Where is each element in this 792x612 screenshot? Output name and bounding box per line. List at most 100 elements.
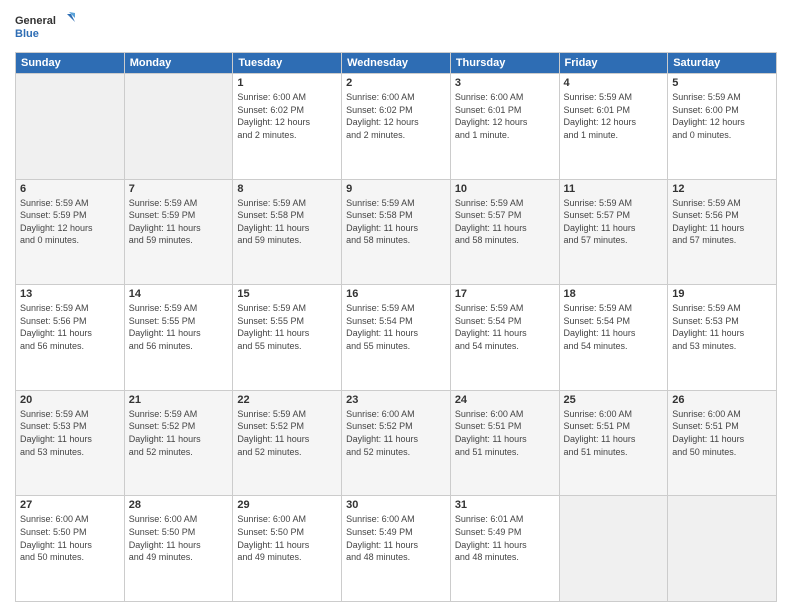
day-number: 18 [564,288,664,300]
day-info: Sunrise: 5:59 AM Sunset: 5:55 PM Dayligh… [237,302,337,352]
week-row-5: 27 Sunrise: 6:00 AM Sunset: 5:50 PM Dayli… [16,496,777,602]
day-number: 29 [237,499,337,511]
header: General Blue [15,10,777,46]
day-number: 26 [672,394,772,406]
day-info: Sunrise: 5:59 AM Sunset: 5:58 PM Dayligh… [346,197,446,247]
day-cell: 31Sunrise: 6:01 AM Sunset: 5:49 PM Dayli… [450,496,559,602]
day-number: 1 [237,77,337,89]
day-number: 16 [346,288,446,300]
day-cell: 26 Sunrise: 6:00 AM Sunset: 5:51 PM Dayli… [668,390,777,496]
day-cell: 29Sunrise: 6:00 AM Sunset: 5:50 PM Dayli… [233,496,342,602]
day-cell: 25 Sunrise: 6:00 AM Sunset: 5:51 PM Dayli… [559,390,668,496]
day-cell [124,74,233,180]
day-cell: 6 Sunrise: 5:59 AM Sunset: 5:59 PM Daylig… [16,179,125,285]
day-number: 28 [129,499,229,511]
day-info: Sunrise: 5:59 AM Sunset: 5:56 PM Dayligh… [20,302,120,352]
day-number: 20 [20,394,120,406]
calendar-page: General Blue SundayMondayTuesdayWednesda… [0,0,792,612]
day-cell: 15Sunrise: 5:59 AM Sunset: 5:55 PM Dayli… [233,285,342,391]
day-info: Sunrise: 5:59 AM Sunset: 5:57 PM Dayligh… [564,197,664,247]
day-header-tuesday: Tuesday [233,53,342,74]
day-number: 3 [455,77,555,89]
day-info: Sunrise: 5:59 AM Sunset: 5:59 PM Dayligh… [129,197,229,247]
day-info: Sunrise: 5:59 AM Sunset: 5:59 PM Dayligh… [20,197,120,247]
header-row: SundayMondayTuesdayWednesdayThursdayFrid… [16,53,777,74]
day-number: 6 [20,183,120,195]
week-row-4: 20 Sunrise: 5:59 AM Sunset: 5:53 PM Dayli… [16,390,777,496]
day-info: Sunrise: 6:00 AM Sunset: 5:49 PM Dayligh… [346,513,446,563]
day-number: 17 [455,288,555,300]
day-number: 8 [237,183,337,195]
day-info: Sunrise: 6:00 AM Sunset: 5:51 PM Dayligh… [455,408,555,458]
day-cell: 19Sunrise: 5:59 AM Sunset: 5:53 PM Dayli… [668,285,777,391]
day-info: Sunrise: 5:59 AM Sunset: 5:52 PM Dayligh… [237,408,337,458]
day-number: 23 [346,394,446,406]
day-header-sunday: Sunday [16,53,125,74]
day-cell [16,74,125,180]
day-cell: 13Sunrise: 5:59 AM Sunset: 5:56 PM Dayli… [16,285,125,391]
day-cell: 18Sunrise: 5:59 AM Sunset: 5:54 PM Dayli… [559,285,668,391]
day-cell: 10Sunrise: 5:59 AM Sunset: 5:57 PM Dayli… [450,179,559,285]
day-info: Sunrise: 6:00 AM Sunset: 6:02 PM Dayligh… [237,91,337,141]
day-info: Sunrise: 5:59 AM Sunset: 5:57 PM Dayligh… [455,197,555,247]
week-row-3: 13Sunrise: 5:59 AM Sunset: 5:56 PM Dayli… [16,285,777,391]
day-info: Sunrise: 5:59 AM Sunset: 6:01 PM Dayligh… [564,91,664,141]
day-number: 21 [129,394,229,406]
day-info: Sunrise: 5:59 AM Sunset: 5:52 PM Dayligh… [129,408,229,458]
day-cell: 2 Sunrise: 6:00 AM Sunset: 6:02 PM Daylig… [342,74,451,180]
day-header-monday: Monday [124,53,233,74]
day-info: Sunrise: 5:59 AM Sunset: 6:00 PM Dayligh… [672,91,772,141]
day-number: 24 [455,394,555,406]
day-number: 2 [346,77,446,89]
day-info: Sunrise: 5:59 AM Sunset: 5:54 PM Dayligh… [346,302,446,352]
day-info: Sunrise: 6:00 AM Sunset: 5:50 PM Dayligh… [129,513,229,563]
day-info: Sunrise: 6:00 AM Sunset: 5:51 PM Dayligh… [564,408,664,458]
day-cell: 7 Sunrise: 5:59 AM Sunset: 5:59 PM Daylig… [124,179,233,285]
logo: General Blue [15,10,75,46]
day-info: Sunrise: 6:00 AM Sunset: 5:51 PM Dayligh… [672,408,772,458]
day-number: 22 [237,394,337,406]
day-number: 9 [346,183,446,195]
day-cell: 4 Sunrise: 5:59 AM Sunset: 6:01 PM Daylig… [559,74,668,180]
day-info: Sunrise: 5:59 AM Sunset: 5:54 PM Dayligh… [455,302,555,352]
day-cell: 14Sunrise: 5:59 AM Sunset: 5:55 PM Dayli… [124,285,233,391]
day-cell: 28 Sunrise: 6:00 AM Sunset: 5:50 PM Dayli… [124,496,233,602]
day-cell: 1 Sunrise: 6:00 AM Sunset: 6:02 PM Daylig… [233,74,342,180]
day-number: 5 [672,77,772,89]
day-number: 30 [346,499,446,511]
day-header-friday: Friday [559,53,668,74]
day-number: 7 [129,183,229,195]
day-cell: 3 Sunrise: 6:00 AM Sunset: 6:01 PM Daylig… [450,74,559,180]
svg-text:General: General [15,15,56,27]
day-info: Sunrise: 6:00 AM Sunset: 5:50 PM Dayligh… [20,513,120,563]
day-cell: 23Sunrise: 6:00 AM Sunset: 5:52 PM Dayli… [342,390,451,496]
day-number: 19 [672,288,772,300]
day-number: 12 [672,183,772,195]
day-info: Sunrise: 6:00 AM Sunset: 6:01 PM Dayligh… [455,91,555,141]
day-info: Sunrise: 6:00 AM Sunset: 6:02 PM Dayligh… [346,91,446,141]
day-cell: 24 Sunrise: 6:00 AM Sunset: 5:51 PM Dayli… [450,390,559,496]
day-number: 25 [564,394,664,406]
svg-text:Blue: Blue [15,28,39,40]
day-number: 27 [20,499,120,511]
day-cell: 12 Sunrise: 5:59 AM Sunset: 5:56 PM Dayli… [668,179,777,285]
day-cell: 5 Sunrise: 5:59 AM Sunset: 6:00 PM Daylig… [668,74,777,180]
day-cell [559,496,668,602]
day-cell: 21 Sunrise: 5:59 AM Sunset: 5:52 PM Dayli… [124,390,233,496]
day-info: Sunrise: 5:59 AM Sunset: 5:55 PM Dayligh… [129,302,229,352]
day-info: Sunrise: 5:59 AM Sunset: 5:56 PM Dayligh… [672,197,772,247]
day-header-wednesday: Wednesday [342,53,451,74]
day-info: Sunrise: 5:59 AM Sunset: 5:53 PM Dayligh… [20,408,120,458]
day-info: Sunrise: 5:59 AM Sunset: 5:58 PM Dayligh… [237,197,337,247]
day-cell [668,496,777,602]
day-cell: 9 Sunrise: 5:59 AM Sunset: 5:58 PM Daylig… [342,179,451,285]
day-cell: 22 Sunrise: 5:59 AM Sunset: 5:52 PM Dayli… [233,390,342,496]
day-number: 11 [564,183,664,195]
day-header-saturday: Saturday [668,53,777,74]
calendar-table: SundayMondayTuesdayWednesdayThursdayFrid… [15,52,777,602]
day-cell: 16 Sunrise: 5:59 AM Sunset: 5:54 PM Dayli… [342,285,451,391]
day-number: 31 [455,499,555,511]
week-row-2: 6 Sunrise: 5:59 AM Sunset: 5:59 PM Daylig… [16,179,777,285]
day-cell: 20 Sunrise: 5:59 AM Sunset: 5:53 PM Dayli… [16,390,125,496]
day-number: 4 [564,77,664,89]
